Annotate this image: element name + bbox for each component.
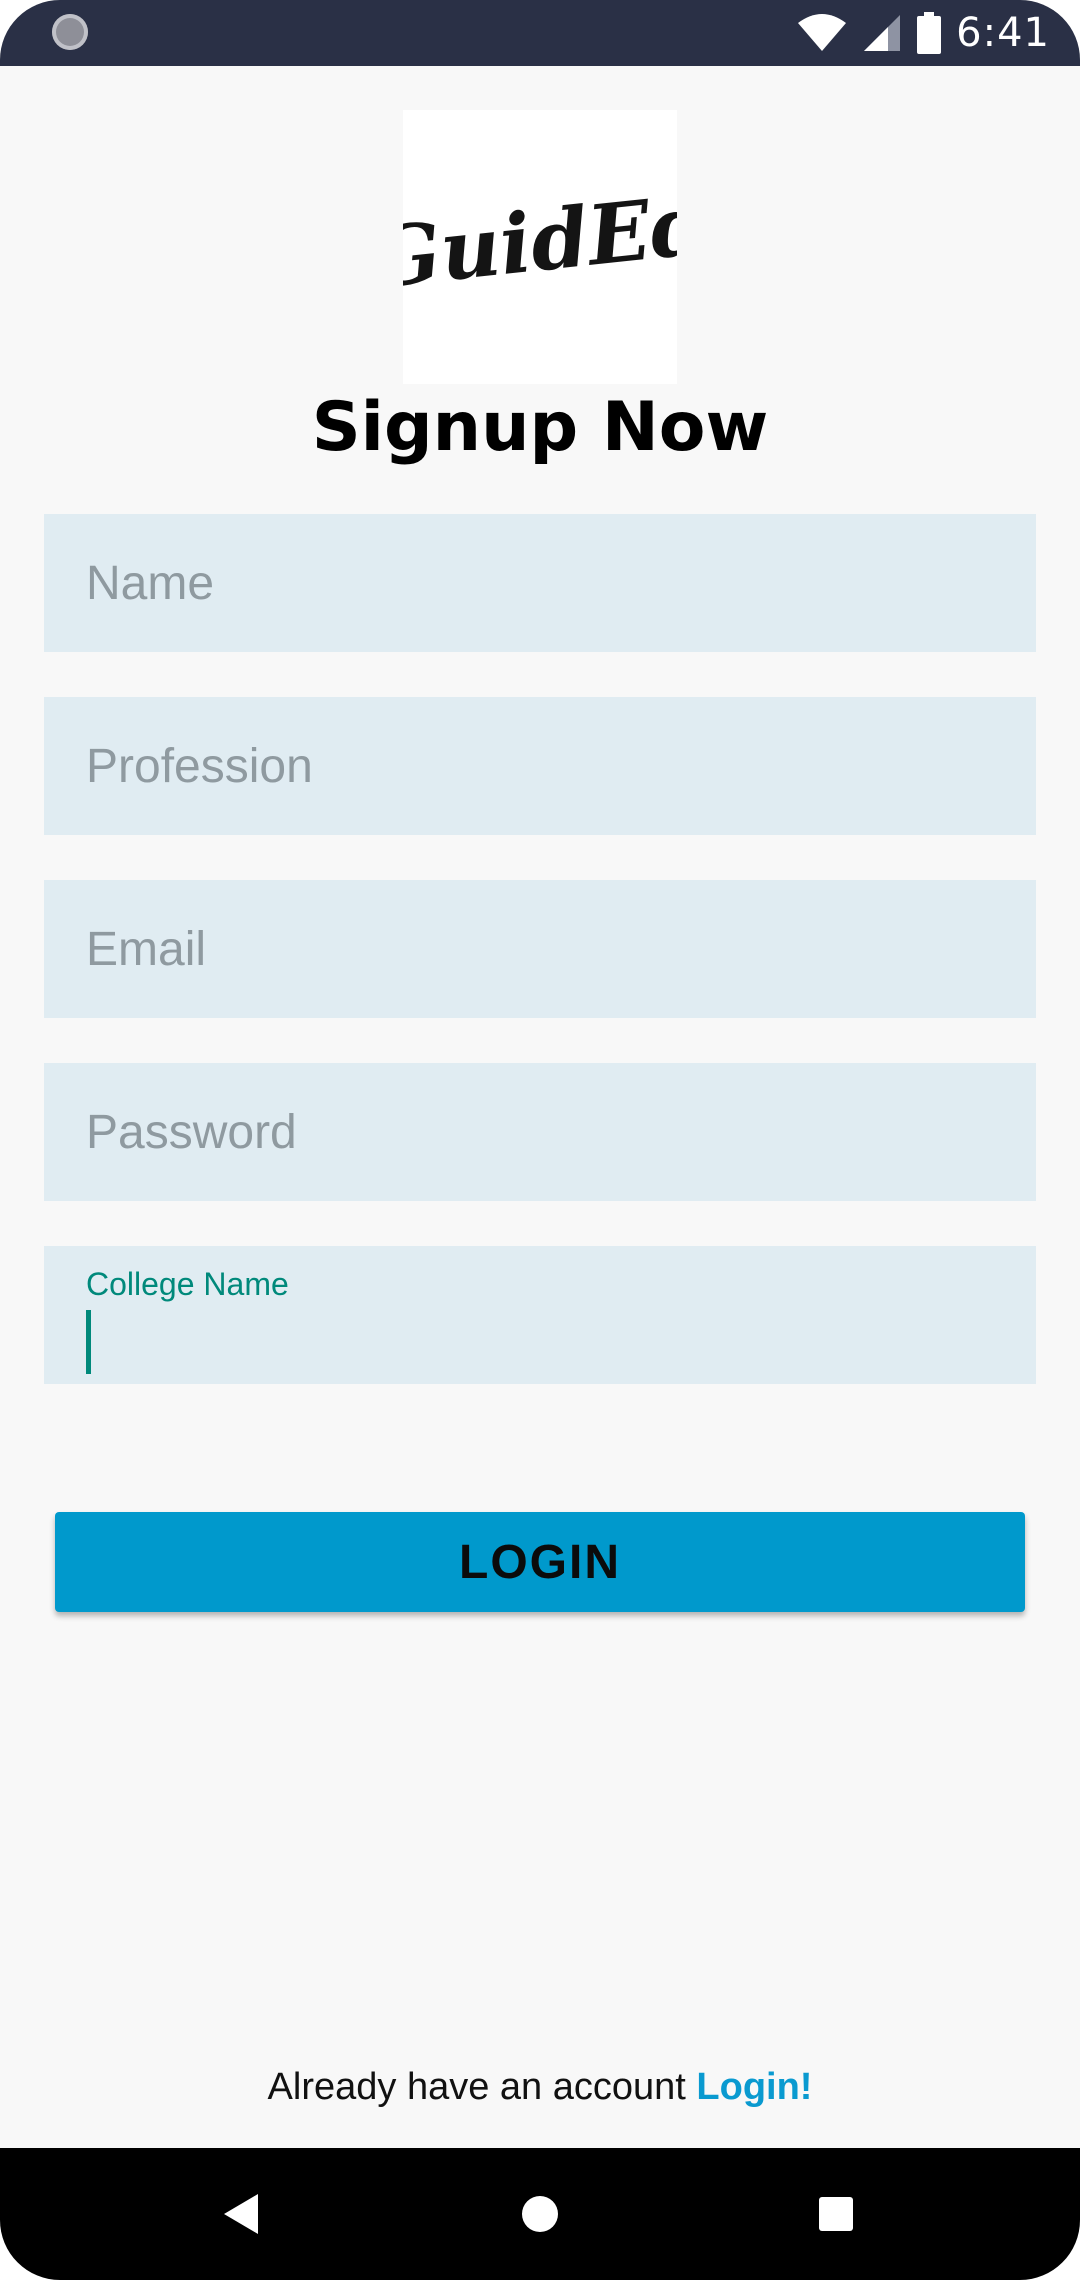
logo-text: GuidEd (403, 177, 677, 308)
profession-field[interactable] (44, 697, 1036, 835)
recents-button[interactable] (776, 2148, 896, 2280)
email-input[interactable] (86, 880, 1006, 1018)
back-icon (224, 2194, 258, 2234)
page-title: Signup Now (311, 388, 769, 467)
name-input[interactable] (86, 514, 1006, 652)
status-bar: 6:41 (0, 0, 1080, 66)
wifi-icon (798, 14, 847, 51)
password-input[interactable] (86, 1063, 1006, 1201)
cell-signal-icon (864, 15, 901, 51)
password-field[interactable] (44, 1063, 1036, 1201)
login-button[interactable]: LOGIN (55, 1512, 1025, 1612)
name-field[interactable] (44, 514, 1036, 652)
text-cursor (86, 1310, 91, 1374)
login-link[interactable]: Login! (696, 2066, 812, 2108)
battery-icon (917, 12, 942, 54)
status-icons: 6:41 (796, 0, 1050, 66)
college-name-field[interactable]: College Name (44, 1246, 1036, 1384)
home-button[interactable] (480, 2148, 600, 2280)
home-icon (522, 2196, 558, 2232)
navigation-bar (0, 2148, 1080, 2280)
app-logo: GuidEd (366, 110, 712, 384)
login-prompt-text: Already have an account (267, 2066, 686, 2108)
profession-input[interactable] (86, 697, 1006, 835)
college-name-label: College Name (86, 1266, 289, 1302)
logo-image: GuidEd (366, 177, 712, 308)
back-button[interactable] (182, 2148, 302, 2280)
recents-icon (819, 2197, 853, 2231)
notification-icon (52, 14, 88, 50)
status-time: 6:41 (956, 10, 1050, 56)
signup-screen: 6:41 GuidEd Signup Now College Name LOGI… (0, 0, 1080, 2280)
login-prompt: Already have an account Login! (0, 2066, 1080, 2109)
email-field[interactable] (44, 880, 1036, 1018)
